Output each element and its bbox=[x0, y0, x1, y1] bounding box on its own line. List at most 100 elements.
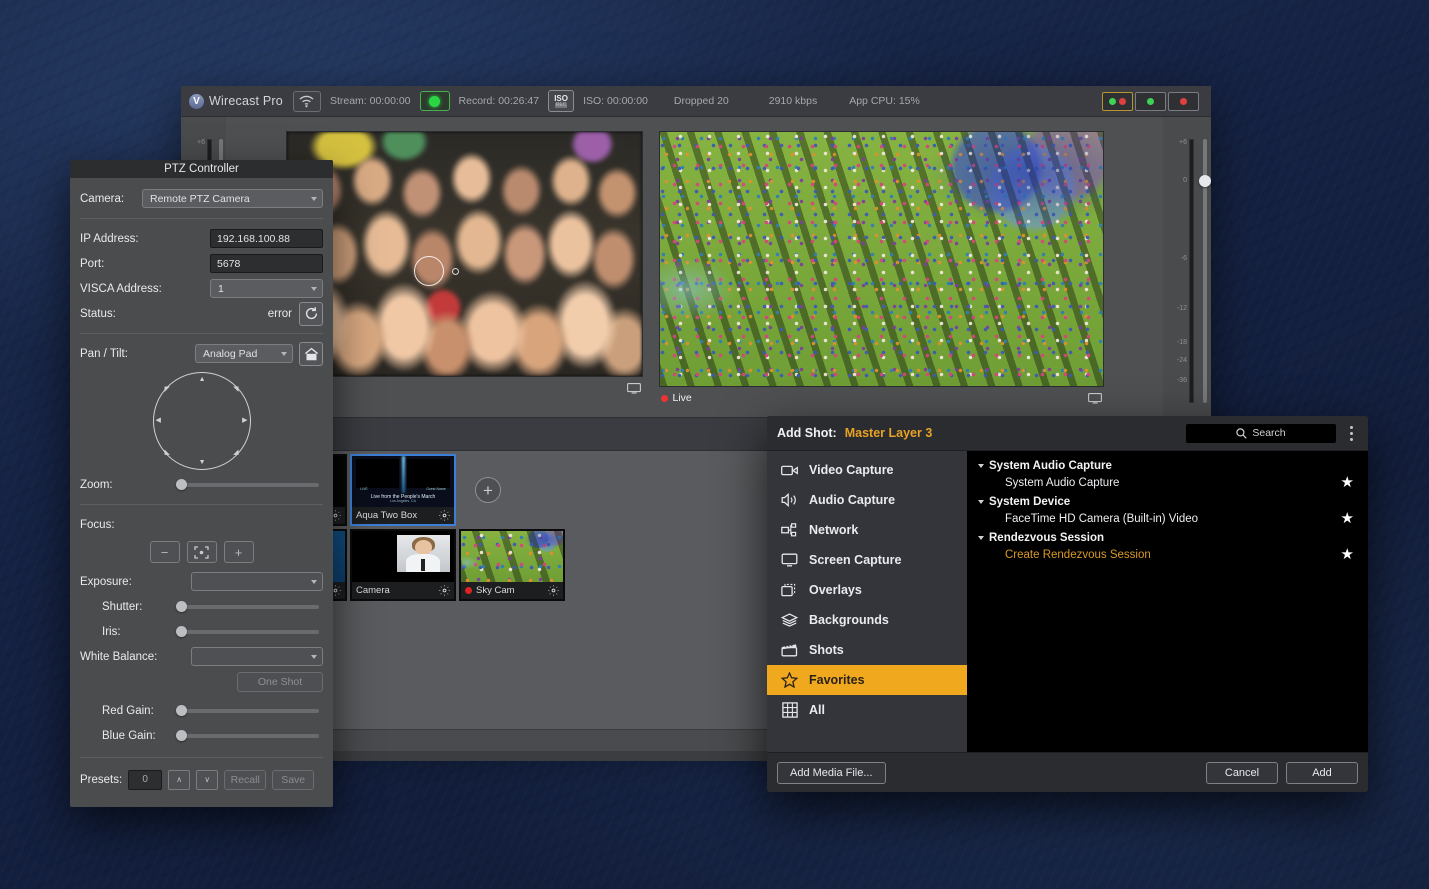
sidebar-item-screen-capture[interactable]: Screen Capture bbox=[767, 545, 967, 575]
group-header-rendezvous-session[interactable]: Rendezvous Session bbox=[967, 531, 1368, 545]
iris-slider-knob[interactable] bbox=[176, 626, 187, 637]
favorite-star-icon[interactable]: ★ bbox=[1341, 511, 1354, 526]
shot-tile[interactable]: Camera bbox=[350, 529, 456, 601]
refresh-icon[interactable] bbox=[299, 301, 323, 326]
preset-up-button[interactable]: ∧ bbox=[168, 769, 191, 790]
port-input[interactable]: 5678 bbox=[210, 254, 323, 273]
list-item[interactable]: System Audio Capture ★ bbox=[967, 473, 1368, 492]
red-gain-slider-knob[interactable] bbox=[176, 705, 187, 716]
ptz-oneshot-row: One Shot bbox=[80, 669, 323, 694]
pad-arrow-down-left-icon[interactable]: ◣ bbox=[165, 449, 170, 456]
pad-arrow-left-icon[interactable]: ◀ bbox=[156, 417, 161, 424]
pad-arrow-up-icon[interactable]: ▲ bbox=[199, 376, 206, 383]
ip-address-input[interactable]: 192.168.100.88 bbox=[210, 229, 323, 248]
iso-record-button[interactable]: ISO REC bbox=[548, 90, 575, 112]
preset-down-button[interactable]: ∨ bbox=[196, 769, 219, 790]
white-balance-select[interactable] bbox=[191, 647, 323, 666]
record-status: Record: 00:26:47 bbox=[458, 95, 540, 107]
layers-icon bbox=[781, 612, 798, 629]
chevron-down-icon[interactable] bbox=[978, 536, 984, 540]
status-value: error bbox=[267, 307, 292, 320]
live-video[interactable] bbox=[658, 131, 1104, 387]
add-button[interactable]: Add bbox=[1286, 761, 1358, 784]
sidebar-item-overlays[interactable]: Overlays bbox=[767, 575, 967, 605]
focus-minus-button[interactable]: − bbox=[149, 541, 180, 563]
save-preset-button[interactable]: Save bbox=[272, 769, 315, 790]
sidebar-item-all[interactable]: All bbox=[767, 695, 967, 725]
sidebar-item-backgrounds[interactable]: Backgrounds bbox=[767, 605, 967, 635]
group-label: System Device bbox=[989, 496, 1071, 508]
preview-video[interactable] bbox=[285, 131, 643, 377]
home-icon[interactable] bbox=[299, 341, 323, 366]
add-media-file-button[interactable]: Add Media File... bbox=[777, 761, 886, 784]
meter-tick-label: -12 bbox=[1176, 305, 1187, 312]
pad-arrow-right-icon[interactable]: ▶ bbox=[242, 417, 247, 424]
shot-tile[interactable]: Sky Cam bbox=[459, 529, 565, 601]
autofocus-icon[interactable] bbox=[186, 541, 217, 563]
ptz-zoom-row: Zoom: bbox=[80, 472, 323, 497]
visca-address-select[interactable]: 1 bbox=[210, 279, 323, 298]
red-gain-slider[interactable] bbox=[176, 705, 319, 716]
add-shot-plus-button[interactable]: + bbox=[475, 477, 501, 503]
iris-slider[interactable] bbox=[176, 626, 319, 637]
more-options-icon[interactable] bbox=[1344, 425, 1358, 441]
list-item[interactable]: FaceTime HD Camera (Built-in) Video ★ bbox=[967, 509, 1368, 528]
gear-icon[interactable] bbox=[439, 585, 450, 596]
sidebar-item-audio-capture[interactable]: Audio Capture bbox=[767, 485, 967, 515]
sidebar-item-favorites[interactable]: Favorites bbox=[767, 665, 967, 695]
favorite-star-icon[interactable]: ★ bbox=[1341, 547, 1354, 562]
divider bbox=[80, 757, 323, 758]
one-shot-button[interactable]: One Shot bbox=[237, 671, 323, 692]
right-fader-knob[interactable] bbox=[1199, 175, 1211, 187]
output-button-group bbox=[1102, 91, 1199, 111]
recall-button[interactable]: Recall bbox=[224, 769, 267, 790]
blue-gain-slider[interactable] bbox=[176, 730, 319, 741]
shot-tile-selected[interactable]: LIVE Guest Name Live from the People's M… bbox=[350, 454, 456, 526]
output-green-button[interactable] bbox=[1135, 91, 1166, 111]
preview-pane[interactable] bbox=[285, 131, 643, 397]
search-input[interactable]: Search bbox=[1186, 423, 1336, 443]
shutter-slider[interactable] bbox=[176, 601, 319, 612]
live-pane[interactable]: Live bbox=[658, 131, 1104, 407]
broadcast-icon[interactable] bbox=[292, 90, 321, 112]
pan-tilt-label: Pan / Tilt: bbox=[80, 347, 128, 360]
output-red-button[interactable] bbox=[1168, 91, 1199, 111]
sidebar-item-network[interactable]: Network bbox=[767, 515, 967, 545]
chevron-down-icon[interactable] bbox=[978, 500, 984, 504]
ptz-bluegain-row: Blue Gain: bbox=[80, 723, 323, 748]
pad-arrow-down-right-icon[interactable]: ◢ bbox=[233, 449, 238, 456]
chevron-down-icon[interactable] bbox=[978, 464, 984, 468]
blue-gain-slider-knob[interactable] bbox=[176, 730, 187, 741]
exposure-select[interactable] bbox=[191, 572, 323, 591]
pad-arrow-up-right-icon[interactable]: ◥ bbox=[233, 386, 238, 393]
right-meter-fader[interactable] bbox=[1199, 139, 1211, 403]
shot-art-aqua-two-box: LIVE Guest Name Live from the People's M… bbox=[352, 456, 454, 507]
camera-select[interactable]: Remote PTZ Camera bbox=[142, 189, 323, 208]
pad-arrow-down-icon[interactable]: ▼ bbox=[199, 459, 206, 466]
add-label: Add bbox=[1312, 766, 1332, 779]
sidebar-item-shots[interactable]: Shots bbox=[767, 635, 967, 665]
zoom-slider-knob[interactable] bbox=[176, 479, 187, 490]
cancel-button[interactable]: Cancel bbox=[1206, 761, 1278, 784]
output-both-button[interactable] bbox=[1102, 91, 1133, 111]
list-item[interactable]: Create Rendezvous Session ★ bbox=[967, 545, 1368, 564]
sidebar-item-label: Shots bbox=[809, 643, 844, 657]
focus-plus-button[interactable]: + bbox=[223, 541, 254, 563]
gear-icon[interactable] bbox=[439, 510, 450, 521]
shot-name: Aqua Two Box bbox=[356, 510, 418, 521]
zoom-slider[interactable] bbox=[176, 479, 319, 490]
preset-number-input[interactable]: 0 bbox=[128, 769, 163, 790]
shot-art-right-sub: Guest Name bbox=[426, 486, 446, 491]
pad-arrow-up-left-icon[interactable]: ◤ bbox=[165, 386, 170, 393]
group-header-system-audio-capture[interactable]: System Audio Capture bbox=[967, 459, 1368, 473]
monitor-icon[interactable] bbox=[626, 382, 641, 394]
sidebar-item-video-capture[interactable]: Video Capture bbox=[767, 455, 967, 485]
record-button[interactable] bbox=[419, 91, 450, 111]
favorite-star-icon[interactable]: ★ bbox=[1341, 475, 1354, 490]
analog-pad[interactable]: ▲ ◥ ▶ ◢ ▼ ◣ ◀ ◤ bbox=[152, 372, 251, 470]
group-header-system-device[interactable]: System Device bbox=[967, 495, 1368, 509]
monitor-icon[interactable] bbox=[1087, 392, 1102, 404]
pan-tilt-mode-select[interactable]: Analog Pad bbox=[195, 344, 293, 363]
gear-icon[interactable] bbox=[548, 585, 559, 596]
shutter-slider-knob[interactable] bbox=[176, 601, 187, 612]
